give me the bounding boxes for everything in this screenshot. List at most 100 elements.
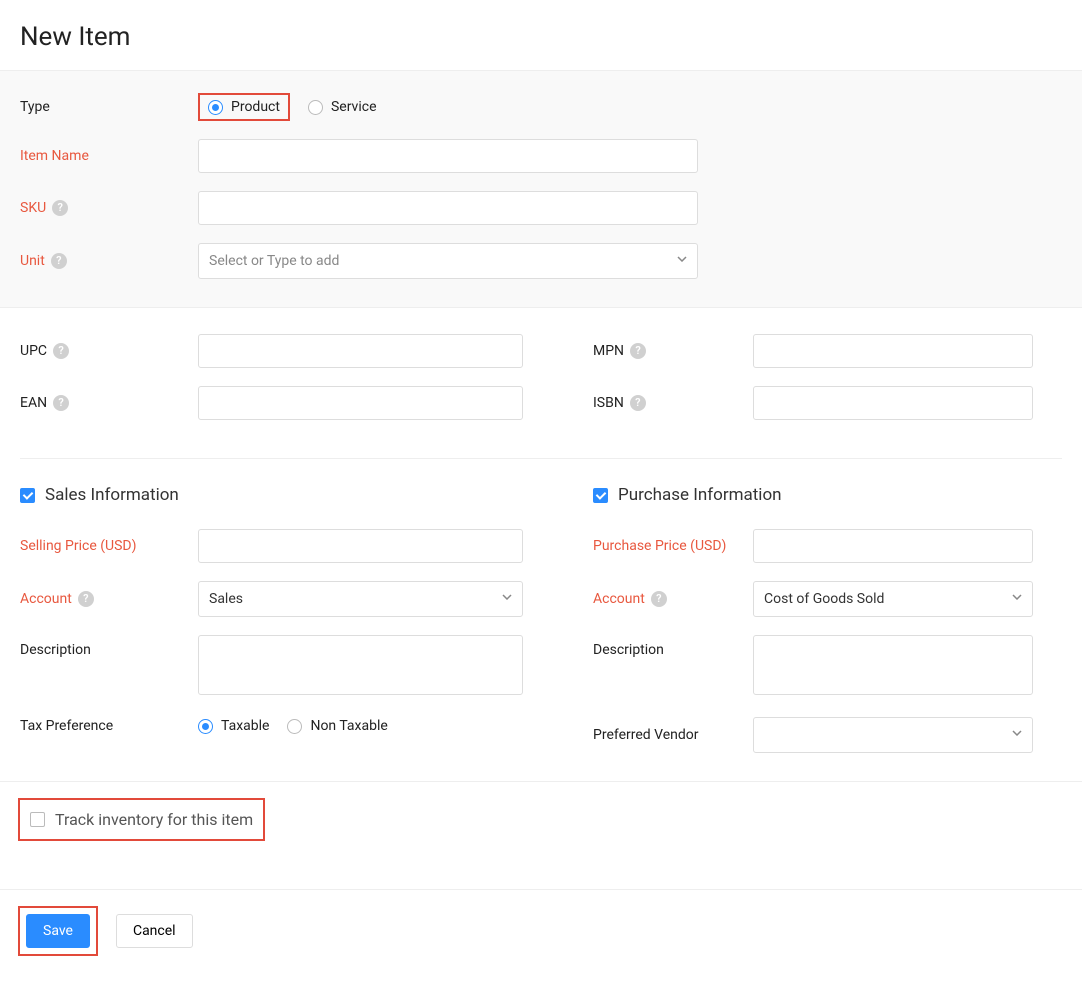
track-inventory-section: Track inventory for this item (0, 781, 1082, 861)
basic-info-section: Type Product Service Item Name SKU ? (0, 71, 1082, 308)
sales-account-value: Sales (209, 591, 243, 607)
sales-account-select[interactable]: Sales (198, 581, 523, 617)
purchase-heading-row: Purchase Information (593, 485, 1062, 505)
purchase-checkbox[interactable] (593, 488, 608, 503)
purchase-description-row: Description (593, 635, 1062, 699)
taxable-label: Taxable (221, 718, 269, 734)
mpn-label: MPN ? (593, 342, 753, 360)
upc-input[interactable] (198, 334, 523, 368)
purchase-account-label: Account ? (593, 590, 753, 608)
purchase-account-row: Account ? Cost of Goods Sold (593, 581, 1062, 617)
chevron-down-icon (1012, 730, 1022, 740)
divider (20, 458, 1062, 459)
cancel-button[interactable]: Cancel (116, 914, 193, 948)
help-icon[interactable]: ? (630, 343, 646, 359)
type-row: Type Product Service (20, 93, 1062, 121)
help-icon[interactable]: ? (651, 591, 667, 607)
track-inventory-highlight: Track inventory for this item (18, 798, 265, 841)
selling-price-row: Selling Price (USD) (20, 529, 523, 563)
non-taxable-radio[interactable]: Non Taxable (287, 718, 387, 734)
sku-input[interactable] (198, 191, 698, 225)
unit-placeholder: Select or Type to add (209, 253, 339, 269)
unit-label: Unit ? (20, 252, 198, 270)
tax-radio-group: Taxable Non Taxable (198, 718, 388, 734)
page-header: New Item (0, 0, 1082, 71)
ean-label: EAN ? (20, 394, 198, 412)
purchase-column: Purchase Information Purchase Price (USD… (593, 485, 1062, 771)
radio-icon (198, 719, 213, 734)
help-icon[interactable]: ? (51, 253, 67, 269)
unit-label-text: Unit (20, 252, 45, 270)
purchase-price-row: Purchase Price (USD) (593, 529, 1062, 563)
save-button[interactable]: Save (26, 914, 90, 948)
ean-row: EAN ? (20, 386, 523, 420)
selling-price-label: Selling Price (USD) (20, 537, 198, 555)
type-label: Type (20, 98, 198, 116)
sales-checkbox[interactable] (20, 488, 35, 503)
save-highlight: Save (18, 906, 98, 956)
sales-heading-row: Sales Information (20, 485, 523, 505)
radio-icon (208, 100, 223, 115)
sku-label-text: SKU (20, 199, 46, 217)
sku-label: SKU ? (20, 199, 198, 217)
isbn-label-text: ISBN (593, 394, 624, 412)
page-title: New Item (20, 22, 1062, 52)
selling-price-input[interactable] (198, 529, 523, 563)
help-icon[interactable]: ? (630, 395, 646, 411)
help-icon[interactable]: ? (52, 200, 68, 216)
taxable-radio[interactable]: Taxable (198, 718, 269, 734)
preferred-vendor-label: Preferred Vendor (593, 726, 753, 744)
type-radio-group: Product Service (198, 93, 377, 121)
unit-row: Unit ? Select or Type to add (20, 243, 1062, 279)
isbn-row: ISBN ? (593, 386, 1062, 420)
preferred-vendor-select[interactable] (753, 717, 1033, 753)
chevron-down-icon (1012, 594, 1022, 604)
purchase-heading: Purchase Information (618, 485, 782, 505)
chevron-down-icon (677, 256, 687, 266)
help-icon[interactable]: ? (78, 591, 94, 607)
help-icon[interactable]: ? (53, 343, 69, 359)
upc-label: UPC ? (20, 342, 198, 360)
item-name-input[interactable] (198, 139, 698, 173)
preferred-vendor-row: Preferred Vendor (593, 717, 1062, 753)
upc-label-text: UPC (20, 342, 47, 360)
sales-description-textarea[interactable] (198, 635, 523, 695)
type-product-label: Product (231, 99, 280, 115)
sales-account-row: Account ? Sales (20, 581, 523, 617)
purchase-description-label: Description (593, 635, 753, 659)
isbn-label: ISBN ? (593, 394, 753, 412)
type-service-label: Service (331, 99, 377, 115)
ean-input[interactable] (198, 386, 523, 420)
sales-account-label-text: Account (20, 590, 72, 608)
track-inventory-label: Track inventory for this item (55, 810, 253, 829)
purchase-price-input[interactable] (753, 529, 1033, 563)
purchase-account-value: Cost of Goods Sold (764, 591, 884, 607)
help-icon[interactable]: ? (53, 395, 69, 411)
sku-row: SKU ? (20, 191, 1062, 225)
mpn-input[interactable] (753, 334, 1033, 368)
purchase-account-label-text: Account (593, 590, 645, 608)
item-name-row: Item Name (20, 139, 1062, 173)
purchase-account-select[interactable]: Cost of Goods Sold (753, 581, 1033, 617)
track-inventory-checkbox[interactable] (30, 812, 45, 827)
sales-heading: Sales Information (45, 485, 179, 505)
upc-row: UPC ? (20, 334, 523, 368)
tax-preference-label: Tax Preference (20, 717, 198, 735)
unit-select[interactable]: Select or Type to add (198, 243, 698, 279)
footer-actions: Save Cancel (0, 889, 1082, 986)
codes-section: UPC ? EAN ? MPN ? (0, 308, 1082, 781)
ean-label-text: EAN (20, 394, 47, 412)
mpn-label-text: MPN (593, 342, 624, 360)
radio-icon (308, 100, 323, 115)
item-name-label: Item Name (20, 147, 198, 165)
type-service-radio[interactable]: Service (308, 99, 377, 115)
radio-icon (287, 719, 302, 734)
sales-account-label: Account ? (20, 590, 198, 608)
type-product-radio[interactable]: Product (208, 99, 280, 115)
isbn-input[interactable] (753, 386, 1033, 420)
chevron-down-icon (502, 594, 512, 604)
sales-description-label: Description (20, 635, 198, 659)
product-highlight: Product (198, 93, 290, 121)
purchase-description-textarea[interactable] (753, 635, 1033, 695)
mpn-row: MPN ? (593, 334, 1062, 368)
